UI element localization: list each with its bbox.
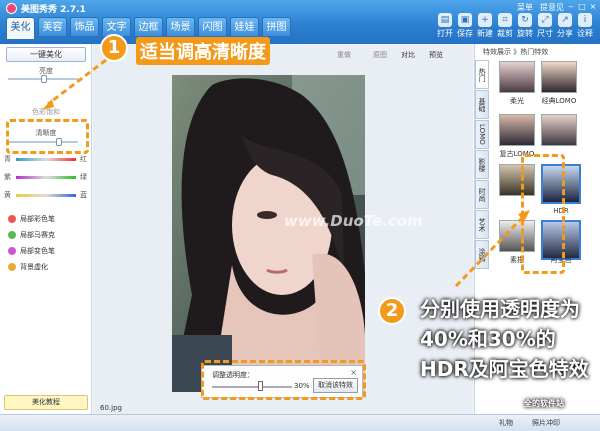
tab-lomo[interactable]: LOMO xyxy=(475,120,489,149)
color-pen-icon xyxy=(8,215,16,223)
yellow-blue-slider[interactable] xyxy=(16,194,76,197)
background-blur[interactable]: 背景虚化 xyxy=(20,262,48,272)
local-color-pen[interactable]: 局部彩色笔 xyxy=(20,214,55,224)
original-button[interactable]: 原图 xyxy=(373,50,387,60)
local-mosaic[interactable]: 局部马赛克 xyxy=(20,230,55,240)
new-button[interactable]: + 新建 xyxy=(476,13,494,39)
purple-label: 紫 xyxy=(4,173,11,181)
effect-thumb[interactable] xyxy=(541,114,577,146)
beautify-tutorial-button[interactable]: 美化教程 xyxy=(4,395,88,410)
step1-badge: 1 xyxy=(100,34,128,62)
gift-link[interactable]: 礼物 xyxy=(499,418,513,428)
tab-studio[interactable]: 影楼 xyxy=(475,150,489,179)
adjust-panel: 一键美化 亮度 色彩饱和 清晰度 青 红 紫 绿 黄 蓝 局部彩色笔 局部马赛克… xyxy=(0,44,92,414)
purple-green-slider[interactable] xyxy=(16,176,76,179)
tab-collage[interactable]: 拼图 xyxy=(262,17,291,37)
tab-art[interactable]: 艺术 xyxy=(475,210,489,239)
background-blur-icon xyxy=(8,263,16,271)
feedback-link[interactable]: 提意见 xyxy=(540,2,564,13)
tab-frame[interactable]: 边框 xyxy=(134,17,163,37)
portrait-photo xyxy=(172,75,365,392)
status-bar: 礼物 照片冲印 xyxy=(0,414,600,431)
tab-graffiti[interactable]: 涂鸦 xyxy=(475,240,489,269)
rotate-icon: ↻ xyxy=(518,13,532,27)
minimize-icon[interactable]: ‒ xyxy=(566,2,576,11)
menu-link[interactable]: 菜单 xyxy=(517,2,533,13)
tab-hot[interactable]: 热门 xyxy=(475,60,489,89)
cyan-red-slider[interactable] xyxy=(16,158,76,161)
effect-thumb[interactable] xyxy=(541,61,577,93)
effects-breadcrumb: 特效展示 》热门特效 xyxy=(483,48,549,56)
compare-button[interactable]: 对比 xyxy=(401,50,415,60)
info-icon: i xyxy=(578,13,592,27)
effect-thumb[interactable] xyxy=(499,61,535,93)
transparency-highlight xyxy=(201,360,366,400)
info-button[interactable]: i 诠释 xyxy=(576,13,594,39)
step2-badge: 2 xyxy=(378,297,406,325)
one-click-beautify-button[interactable]: 一键美化 xyxy=(6,47,86,62)
green-label: 绿 xyxy=(80,173,87,181)
photo-canvas[interactable] xyxy=(172,75,365,392)
brightness-slider[interactable] xyxy=(8,75,78,83)
app-title: 美图秀秀 2.7.1 xyxy=(21,5,86,15)
clarity-highlight xyxy=(6,119,89,154)
title-bar: 美图秀秀 2.7.1 菜单 提意见 ‒ □ × 美化 美容 饰品 文字 边框 场… xyxy=(0,0,600,44)
app-logo-icon xyxy=(6,3,17,14)
tab-fashion[interactable]: 时尚 xyxy=(475,180,489,209)
tab-accessories[interactable]: 饰品 xyxy=(70,17,99,37)
local-color-change-pen[interactable]: 局部变色笔 xyxy=(20,246,55,256)
main-tabs: 美化 美容 饰品 文字 边框 场景 闪图 娃娃 拼图 xyxy=(6,17,291,39)
effect-label: 柔光 xyxy=(510,97,524,105)
save-button[interactable]: ▣ 保存 xyxy=(456,13,474,39)
effect-label: 经典LOMO xyxy=(541,97,577,105)
tab-face[interactable]: 美容 xyxy=(38,17,67,37)
rotate-button[interactable]: ↻ 旋转 xyxy=(516,13,534,39)
red-label: 红 xyxy=(80,155,87,163)
effect-category-tabs: 热门 基础 LOMO 影楼 时尚 艺术 涂鸦 xyxy=(475,60,489,270)
step1-caption: 适当调高清晰度 xyxy=(136,37,270,65)
brightness-knob[interactable] xyxy=(41,75,47,83)
new-icon: + xyxy=(478,13,492,27)
tab-basic[interactable]: 基础 xyxy=(475,90,489,119)
open-button[interactable]: ▤ 打开 xyxy=(436,13,454,39)
corner-watermark: 全的软件站 xyxy=(524,399,564,408)
crop-button[interactable]: ⌗ 裁剪 xyxy=(496,13,514,39)
cyan-label: 青 xyxy=(4,155,11,163)
duote-watermark: www.DuoTe.com xyxy=(284,212,423,230)
yellow-label: 黄 xyxy=(4,191,11,199)
color-change-pen-icon xyxy=(8,247,16,255)
tab-scene[interactable]: 场景 xyxy=(166,17,195,37)
maximize-icon[interactable]: □ xyxy=(577,2,587,11)
redo-button[interactable]: 重做 xyxy=(337,50,351,60)
effect-thumb[interactable] xyxy=(499,114,535,146)
crop-icon: ⌗ xyxy=(498,13,512,27)
tab-doll[interactable]: 娃娃 xyxy=(230,17,259,37)
file-name: 60.jpg xyxy=(100,404,122,412)
share-icon: ↗ xyxy=(558,13,572,27)
step2-caption: 分别使用透明度为40%和30%的HDR及阿宝色特效 xyxy=(420,297,589,381)
folder-icon: ▤ xyxy=(438,13,452,27)
saturation-label: 色彩饱和 xyxy=(32,108,60,116)
blue-label: 蓝 xyxy=(80,191,87,199)
tab-flash[interactable]: 闪图 xyxy=(198,17,227,37)
preview-button[interactable]: 预览 xyxy=(429,50,443,60)
save-icon: ▣ xyxy=(458,13,472,27)
photo-print-link[interactable]: 照片冲印 xyxy=(532,418,560,428)
effects-highlight xyxy=(521,154,565,274)
resize-button[interactable]: ⤢ 尺寸 xyxy=(536,13,554,39)
tab-beautify[interactable]: 美化 xyxy=(6,17,35,39)
top-toolbar: ▤ 打开 ▣ 保存 + 新建 ⌗ 裁剪 ↻ 旋转 ⤢ 尺寸 ↗ 分享 i 诠释 xyxy=(436,13,594,39)
resize-icon: ⤢ xyxy=(538,13,552,27)
share-button[interactable]: ↗ 分享 xyxy=(556,13,574,39)
mosaic-icon xyxy=(8,231,16,239)
close-icon[interactable]: × xyxy=(588,2,598,11)
